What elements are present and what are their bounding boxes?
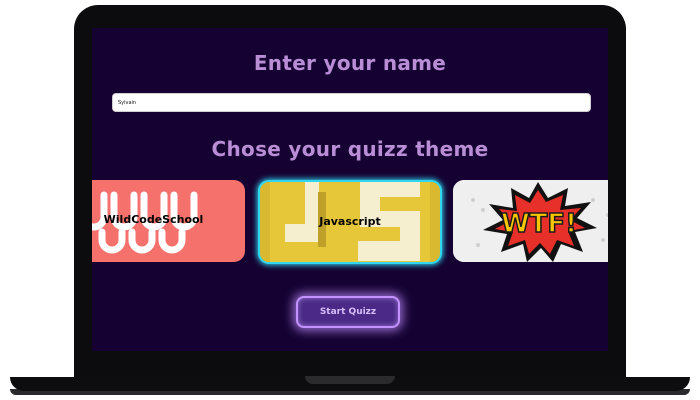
theme-card-label: Javascript xyxy=(319,215,381,228)
theme-heading: Chose your quizz theme xyxy=(211,137,489,161)
laptop-notch xyxy=(305,376,395,384)
theme-card-label: WildCodeSchool xyxy=(103,213,204,226)
theme-card-javascript[interactable]: Javascript xyxy=(258,180,442,264)
name-heading: Enter your name xyxy=(253,51,447,75)
name-input[interactable] xyxy=(112,93,591,112)
app-screen: Enter your name Chose your quizz theme W… xyxy=(92,28,608,351)
wtf-text: WTF! xyxy=(501,209,577,239)
theme-card-wtf[interactable]: WTF! xyxy=(453,180,608,262)
start-quizz-button[interactable]: Start Quizz xyxy=(296,296,400,328)
theme-card-wildcodeschool[interactable]: WildCodeSchool xyxy=(92,180,245,262)
wtf-explosion-icon: WTF! xyxy=(453,180,608,262)
